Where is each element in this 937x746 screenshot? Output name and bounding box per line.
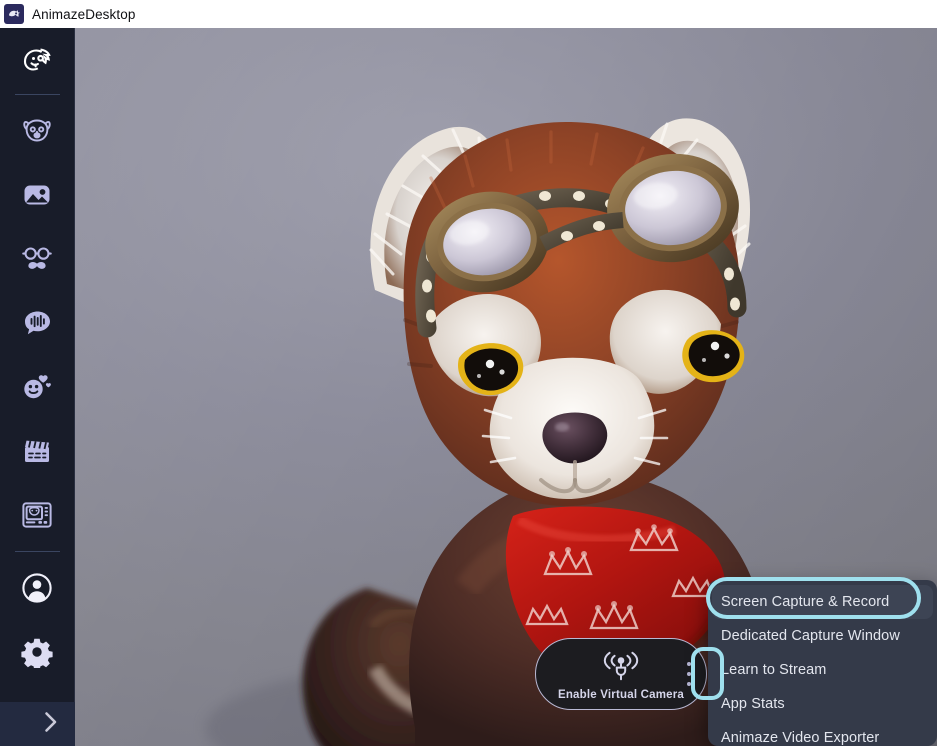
sidebar-item-accessories[interactable] <box>0 227 75 291</box>
chevron-right-icon <box>41 709 61 740</box>
panda-head-icon <box>20 114 54 148</box>
kebab-dot-3 <box>687 682 691 686</box>
virtual-camera-label: Enable Virtual Camera <box>557 688 685 701</box>
menu-item-dedicated-capture-window[interactable]: Dedicated Capture Window <box>708 619 937 653</box>
sidebar-item-settings[interactable] <box>0 620 75 684</box>
broadcast-plug-icon <box>598 650 644 687</box>
monitor-avatar-icon <box>20 498 54 532</box>
animaze-window: AnimazeDesktop Enable Virtual Camera Scr… <box>0 0 937 746</box>
menu-item-screen-capture-record[interactable]: Screen Capture & Record <box>712 585 933 619</box>
sidebar-divider-bottom <box>14 551 60 552</box>
sidebar-divider-top <box>14 94 60 95</box>
sidebar-item-broadcast[interactable] <box>0 483 75 547</box>
kebab-dot-2 <box>687 672 691 676</box>
sidebar-item-emotes[interactable] <box>0 355 75 419</box>
animaze-app-icon <box>4 4 24 24</box>
avatar-face-icon <box>18 40 56 78</box>
gear-icon <box>21 636 53 668</box>
clapperboard-icon <box>21 435 53 467</box>
left-sidebar <box>0 28 75 746</box>
menu-item-animaze-video-exporter[interactable]: Animaze Video Exporter <box>708 721 937 746</box>
menu-item-app-stats[interactable]: App Stats <box>708 687 937 721</box>
sidebar-item-voice[interactable] <box>0 291 75 355</box>
emoji-hearts-icon <box>20 370 54 404</box>
kebab-dot-1 <box>687 662 691 666</box>
title-bar: AnimazeDesktop <box>0 0 937 28</box>
virtual-camera-context-menu: Screen Capture & Record Dedicated Captur… <box>708 580 937 746</box>
sidebar-item-characters[interactable] <box>0 99 75 163</box>
image-landscape-icon <box>21 179 53 211</box>
sidebar-expand-button[interactable] <box>0 702 75 746</box>
enable-virtual-camera-button[interactable]: Enable Virtual Camera <box>535 638 707 710</box>
sidebar-item-avatars[interactable] <box>0 28 75 90</box>
sidebar-item-backgrounds[interactable] <box>0 163 75 227</box>
virtual-camera-kebab-button[interactable] <box>682 657 696 691</box>
voice-wave-icon <box>21 307 54 340</box>
menu-item-learn-to-stream[interactable]: Learn to Stream <box>708 653 937 687</box>
sidebar-item-account[interactable] <box>0 556 75 620</box>
glasses-mustache-icon <box>20 242 54 276</box>
user-circle-icon <box>21 572 53 604</box>
window-title: AnimazeDesktop <box>32 6 136 22</box>
sidebar-item-scenes[interactable] <box>0 419 75 483</box>
